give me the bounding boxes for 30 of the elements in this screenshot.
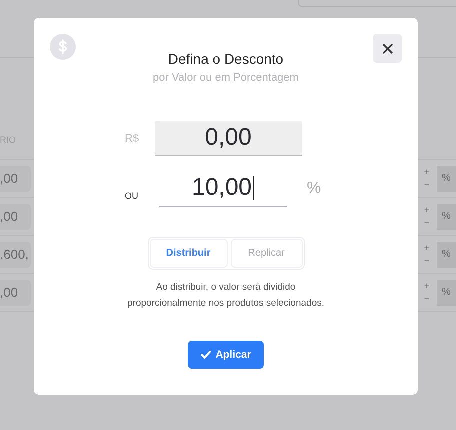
dialog-subtitle: por Valor ou em Porcentagem <box>153 72 299 84</box>
increment-button[interactable]: + <box>418 280 436 292</box>
or-label: OU <box>125 191 140 203</box>
percent-button[interactable]: % <box>437 242 456 268</box>
table-cell: ,00 <box>0 204 31 230</box>
decrement-button[interactable]: − <box>418 216 436 230</box>
mode-button[interactable]: Replicar <box>230 239 302 268</box>
table-cell: ,00 <box>0 280 31 306</box>
currency-label: R$ <box>125 132 140 144</box>
percent-button[interactable]: % <box>437 166 456 192</box>
increment-button[interactable]: + <box>418 204 436 216</box>
check-icon <box>200 351 211 359</box>
percent-button[interactable]: % <box>437 204 456 230</box>
mode-button[interactable]: Distribuir <box>150 239 228 268</box>
decrement-button[interactable]: − <box>418 292 436 306</box>
table-cell: ,00 <box>0 166 31 192</box>
dialog-title: Defina o Desconto <box>168 51 284 67</box>
percent-label: % <box>306 180 322 198</box>
dollar-icon <box>50 34 76 60</box>
help-text: Ao distribuir, o valor será dividido proporcionalmente nos produtos selecionados. <box>126 281 326 311</box>
increment-button[interactable]: + <box>418 242 436 254</box>
decrement-button[interactable]: − <box>418 178 436 192</box>
decrement-button[interactable]: − <box>418 254 436 268</box>
percent-field[interactable]: 10,00 <box>159 170 287 207</box>
table-cell: .600, <box>0 242 31 268</box>
percent-button[interactable]: % <box>437 280 456 306</box>
close-icon <box>382 44 392 54</box>
close-button[interactable] <box>373 34 402 63</box>
increment-button[interactable]: + <box>418 166 436 178</box>
apply-button[interactable]: Aplicar <box>188 341 264 369</box>
